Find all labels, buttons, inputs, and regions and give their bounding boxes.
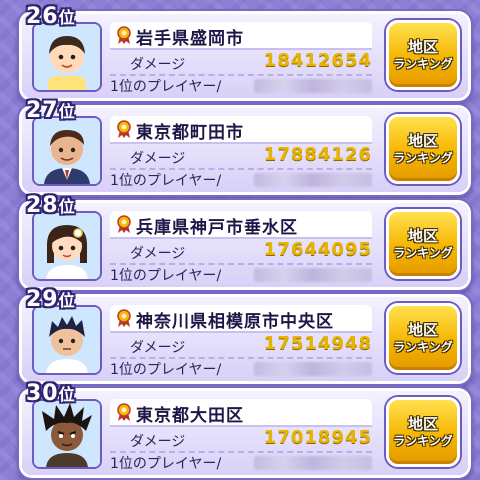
ranking-card: 28位 兵庫県神戸市垂水区 ダメージ 17644095 1位のプレイヤー/ 地区…	[22, 193, 468, 287]
damage-value: 17514948	[263, 333, 372, 354]
city-name: 東京都大田区	[136, 406, 244, 426]
title-row: 東京都町田市	[110, 116, 372, 144]
title-row: 兵庫県神戸市垂水区	[110, 211, 372, 239]
top-player-label: 1位のプレイヤー/	[110, 362, 222, 378]
blurred-player-name	[254, 79, 372, 93]
ribbon-badge-icon	[116, 403, 132, 421]
blurred-player-name	[254, 362, 372, 376]
damage-value: 18412654	[263, 50, 372, 71]
damage-label: ダメージ	[130, 246, 186, 262]
region-ranking-button[interactable]: 地区 ランキング	[386, 209, 460, 279]
region-ranking-button[interactable]: 地区 ランキング	[386, 397, 460, 467]
damage-value: 17884126	[263, 144, 372, 165]
boy-spiky-hair-avatar-icon	[34, 307, 100, 373]
top-player-label: 1位のプレイヤー/	[110, 268, 222, 284]
title-row: 神奈川県相模原市中央区	[110, 305, 372, 333]
damage-value: 17018945	[263, 427, 372, 448]
rank-label: 30位	[26, 381, 76, 406]
ribbon-badge-icon	[116, 120, 132, 138]
rank-label: 29位	[26, 287, 76, 312]
city-name: 神奈川県相模原市中央区	[136, 312, 334, 332]
rank-label: 28位	[26, 193, 76, 218]
damage-label: ダメージ	[130, 57, 186, 73]
dark-spiky-hair-avatar-icon	[34, 401, 100, 467]
blurred-player-name	[254, 268, 372, 282]
damage-label: ダメージ	[130, 151, 186, 167]
boy-short-hair-avatar-icon	[34, 24, 100, 90]
man-suit-avatar-icon	[34, 118, 100, 184]
top-player-label: 1位のプレイヤー/	[110, 79, 222, 95]
woman-flower-hair-avatar-icon	[34, 213, 100, 279]
damage-label: ダメージ	[130, 434, 186, 450]
ribbon-badge-icon	[116, 215, 132, 233]
top-player-label: 1位のプレイヤー/	[110, 173, 222, 189]
ranking-card: 27位 東京都町田市 ダメージ 17884126 1位のプレイヤー/ 地区 ラン…	[22, 98, 468, 192]
region-ranking-button[interactable]: 地区 ランキング	[386, 20, 460, 90]
damage-label: ダメージ	[130, 340, 186, 356]
blurred-player-name	[254, 173, 372, 187]
city-name: 岩手県盛岡市	[136, 29, 244, 49]
title-row: 東京都大田区	[110, 399, 372, 427]
ribbon-badge-icon	[116, 26, 132, 44]
top-player-label: 1位のプレイヤー/	[110, 456, 222, 472]
ribbon-badge-icon	[116, 309, 132, 327]
city-name: 東京都町田市	[136, 123, 244, 143]
ranking-card: 26位 岩手県盛岡市 ダメージ 18412654 1位のプレイヤー/ 地区 ラン…	[22, 4, 468, 98]
title-row: 岩手県盛岡市	[110, 22, 372, 50]
rank-label: 27位	[26, 98, 76, 123]
rank-label: 26位	[26, 4, 76, 29]
ranking-card: 29位 神奈川県相模原市中央区 ダメージ 17514948 1位のプレイヤー/ …	[22, 287, 468, 381]
region-ranking-button[interactable]: 地区 ランキング	[386, 114, 460, 184]
ranking-card: 30位 東京都大田区 ダメージ 17018945 1位のプレイヤー/ 地区 ラン…	[22, 381, 468, 475]
region-ranking-button[interactable]: 地区 ランキング	[386, 303, 460, 373]
blurred-player-name	[254, 456, 372, 470]
city-name: 兵庫県神戸市垂水区	[136, 218, 298, 238]
damage-value: 17644095	[263, 239, 372, 260]
